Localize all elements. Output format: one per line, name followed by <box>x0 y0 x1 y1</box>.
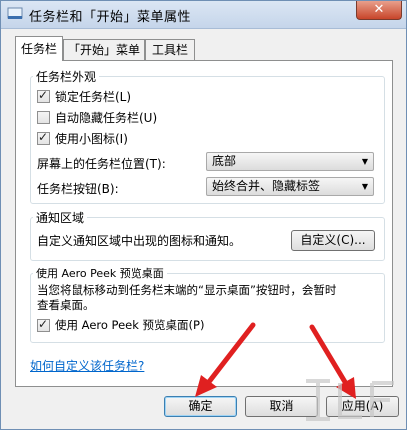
buttons-select-value: 始终合并、隐藏标签 <box>212 179 321 193</box>
customize-button-label: 自定义(C)... <box>300 233 366 247</box>
close-button[interactable]: ✕ <box>356 1 402 20</box>
tab-start-menu[interactable]: 「开始」菜单 <box>63 39 145 60</box>
buttons-select[interactable]: 始终合并、隐藏标签 ▼ <box>206 177 374 196</box>
tab-label: 任务栏 <box>20 42 57 56</box>
checkbox-box <box>37 317 50 332</box>
tab-label: 「开始」菜单 <box>67 43 140 57</box>
appearance-group-title: 任务栏外观 <box>33 68 100 85</box>
position-select[interactable]: 底部 ▼ <box>206 152 374 171</box>
buttons-label: 任务栏按钮(B): <box>37 182 119 196</box>
small-icons-checkbox[interactable]: 使用小图标(I) <box>37 130 128 146</box>
close-icon: ✕ <box>373 2 385 17</box>
aero-peek-description-line2: 查看桌面。 <box>37 298 95 312</box>
annotation-arrow-left <box>195 322 256 397</box>
customize-button[interactable]: 自定义(C)... <box>291 230 375 251</box>
ok-button-label: 确定 <box>188 399 213 413</box>
taskbar-app-icon <box>7 7 23 19</box>
aero-peek-description-line1: 当您将鼠标移动到任务栏末端的“显示桌面”按钮时，会暂时 <box>37 283 337 297</box>
help-link[interactable]: 如何自定义该任务栏? <box>30 357 144 374</box>
cancel-button-label: 取消 <box>269 399 294 413</box>
window-title: 任务栏和「开始」菜单属性 <box>29 10 192 25</box>
notification-description: 自定义通知区域中出现的图标和通知。 <box>37 234 242 248</box>
checkbox-label: 使用小图标(I) <box>55 131 128 146</box>
aero-peek-checkbox[interactable]: 使用 Aero Peek 预览桌面(P) <box>37 317 204 333</box>
appearance-group: 任务栏外观 锁定任务栏(L) 自动隐藏任务栏(U) 使用小图标(I) 屏幕上的任… <box>30 68 385 204</box>
checkbox-box <box>37 130 50 145</box>
tab-toolbars[interactable]: 工具栏 <box>145 39 195 60</box>
tab-taskbar[interactable]: 任务栏 <box>15 36 63 61</box>
dropdown-arrow-icon: ▼ <box>361 157 368 166</box>
properties-window: 任务栏和「开始」菜单属性 ✕ 任务栏 「开始」菜单 工具栏 任务栏外观 锁定任务… <box>0 0 407 430</box>
checkbox-label: 锁定任务栏(L) <box>55 89 132 104</box>
dropdown-arrow-icon: ▼ <box>361 182 368 191</box>
aero-peek-group-title: 使用 Aero Peek 预览桌面 <box>33 265 167 281</box>
position-label: 屏幕上的任务栏位置(T): <box>37 157 166 171</box>
checkbox-box <box>37 110 50 124</box>
tab-label: 工具栏 <box>151 43 188 57</box>
lock-taskbar-checkbox[interactable]: 锁定任务栏(L) <box>37 88 131 104</box>
title-bar[interactable]: 任务栏和「开始」菜单属性 ✕ <box>1 1 406 29</box>
position-select-value: 底部 <box>212 154 237 168</box>
auto-hide-checkbox[interactable]: 自动隐藏任务栏(U) <box>37 109 157 125</box>
checkbox-label: 使用 Aero Peek 预览桌面(P) <box>55 318 205 332</box>
notification-group-title: 通知区域 <box>33 209 88 226</box>
watermark-logo <box>306 379 394 421</box>
checkbox-box <box>37 88 50 103</box>
checkbox-label: 自动隐藏任务栏(U) <box>55 110 158 125</box>
notification-group: 通知区域 自定义通知区域中出现的图标和通知。 自定义(C)... <box>30 209 385 261</box>
